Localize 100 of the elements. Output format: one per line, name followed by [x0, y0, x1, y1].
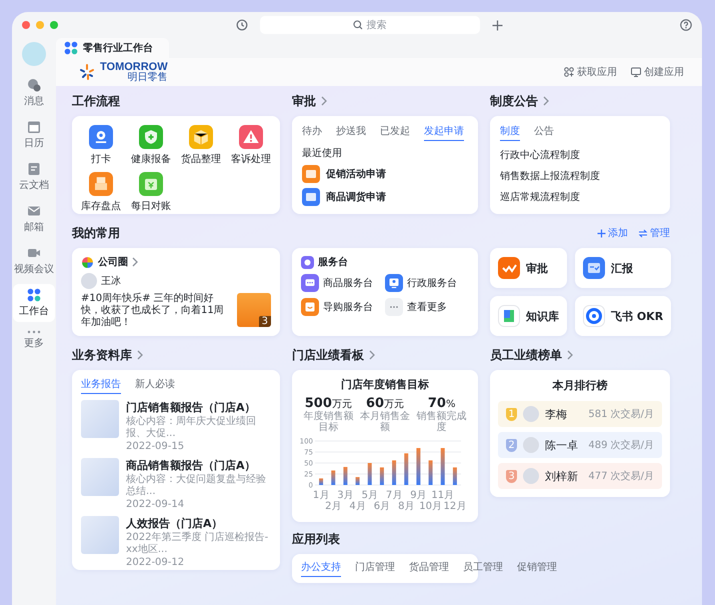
bar	[380, 467, 384, 485]
maximize-window-button[interactable]	[50, 21, 58, 29]
medal-icon: 2	[506, 438, 517, 452]
service-desk-title: 服务台	[318, 256, 348, 269]
header-action[interactable]: 创建应用	[631, 65, 684, 79]
service-desk-item[interactable]: 商品服务台	[301, 274, 385, 292]
chevron-icon[interactable]	[567, 350, 574, 360]
app-label[interactable]: 客诉处理	[231, 152, 271, 166]
stat-value: 60万元	[366, 396, 404, 411]
app-list-tab[interactable]: 员工管理	[463, 560, 503, 577]
app-label[interactable]: 库存盘点	[81, 199, 121, 213]
sidebar-item[interactable]: 工作台	[13, 284, 55, 322]
plus-icon[interactable]	[492, 20, 502, 30]
app-label[interactable]: 健康报备	[131, 152, 171, 166]
window-tab[interactable]: 零售行业工作台	[56, 38, 169, 58]
app-list-tab[interactable]: 办公支持	[301, 560, 341, 577]
app-label[interactable]: 每日对账	[131, 199, 171, 213]
header-action[interactable]: 获取应用	[564, 65, 617, 79]
chevron-icon[interactable]	[137, 350, 144, 360]
ranking-row[interactable]: 3 刘梓新 477 次交易/月	[498, 463, 662, 489]
add-button[interactable]: 添加	[597, 226, 628, 240]
approval-tab[interactable]: 抄送我	[336, 124, 366, 141]
service-desk-item[interactable]: 导购服务台	[301, 298, 385, 316]
report-thumbnail[interactable]	[81, 516, 119, 554]
bar	[416, 448, 420, 485]
approval-tab[interactable]: 待办	[302, 124, 322, 141]
library-tab[interactable]: 新人必读	[135, 377, 175, 394]
bar	[392, 460, 396, 485]
x-tick-label: 11月	[431, 490, 454, 501]
section-title[interactable]: 审批	[292, 92, 316, 110]
minimize-window-button[interactable]	[36, 21, 44, 29]
sidebar-item[interactable]: 日历	[13, 116, 55, 154]
shortcut-label[interactable]: 知识库	[526, 308, 559, 324]
section-title[interactable]: 制度公告	[490, 92, 538, 110]
app-list-tab[interactable]: 货品管理	[409, 560, 449, 577]
ranking-row[interactable]: 1 李梅 581 次交易/月	[498, 401, 662, 427]
app-label[interactable]: 打卡	[91, 152, 111, 166]
shortcut-label[interactable]: 飞书 OKR	[611, 308, 664, 324]
app-label[interactable]: 货品整理	[181, 152, 221, 166]
shortcut-label[interactable]: 汇报	[611, 260, 633, 276]
approval-form-link[interactable]: 促销活动申请	[326, 167, 386, 181]
service-desk-item[interactable]: 行政服务台	[385, 274, 469, 292]
close-window-button[interactable]	[22, 21, 30, 29]
section-title: 我的常用	[72, 224, 120, 242]
chevron-icon[interactable]	[321, 96, 328, 106]
sidebar-item[interactable]: 云文档	[13, 158, 55, 196]
ranking-row[interactable]: 2 陈一卓 489 次交易/月	[498, 432, 662, 458]
workflow-app-icon[interactable]	[189, 125, 213, 149]
manage-button[interactable]: 管理	[638, 226, 670, 240]
sidebar-item[interactable]: 视频会议	[13, 242, 55, 280]
photo-placeholder[interactable]: 3	[237, 293, 271, 327]
chevron-icon[interactable]	[543, 96, 550, 106]
notice-tab[interactable]: 公告	[534, 124, 554, 141]
approval-tab[interactable]: 已发起	[380, 124, 410, 141]
sidebar-item[interactable]: 邮箱	[13, 200, 55, 238]
report-thumbnail[interactable]	[81, 400, 119, 438]
notice-tab[interactable]: 制度	[500, 124, 520, 141]
shortcut-card[interactable]: 汇报	[575, 248, 672, 288]
section-title: 应用列表	[292, 530, 340, 548]
notice-link[interactable]: 销售数据上报流程制度	[500, 169, 660, 183]
report-title[interactable]: 商品销售额报告（门店A）	[126, 458, 271, 473]
shortcut-card[interactable]: 知识库	[490, 296, 567, 336]
sidebar-item[interactable]: 消息	[13, 74, 55, 112]
report-title[interactable]: 人效报告（门店A）	[126, 516, 271, 531]
section-title[interactable]: 员工业绩榜单	[490, 346, 562, 364]
report-thumbnail[interactable]	[81, 458, 119, 496]
transaction-count: 581 次交易/月	[588, 408, 654, 421]
approval-tab[interactable]: 发起申请	[424, 124, 464, 141]
shortcut-label[interactable]: 审批	[526, 260, 548, 276]
help-icon[interactable]	[680, 19, 692, 31]
report-date: 2022-09-15	[126, 441, 186, 452]
shortcut-card[interactable]: 审批	[490, 248, 567, 288]
report-date: 2022-09-12	[126, 557, 186, 568]
chat-bubble-icon	[27, 78, 41, 92]
x-tick-label: 6月	[374, 501, 390, 512]
notice-link[interactable]: 巡店常规流程制度	[500, 190, 660, 204]
bar	[440, 448, 445, 485]
service-desk-item[interactable]: 查看更多	[385, 298, 469, 316]
report-title[interactable]: 门店销售额报告（门店A）	[126, 400, 271, 415]
x-tick-label: 9月	[410, 490, 427, 501]
service-desk-icon	[301, 256, 314, 268]
section-title[interactable]: 业务资料库	[72, 346, 132, 364]
notice-link[interactable]: 行政中心流程制度	[500, 148, 660, 162]
sidebar-item[interactable]: 更多	[13, 326, 55, 354]
shortcut-card[interactable]: 飞书 OKR	[575, 296, 672, 336]
report-summary: 核心内容：周年庆大促业绩回报、大促...	[126, 416, 257, 440]
moments-title[interactable]: 公司圈	[98, 255, 128, 269]
app-grid-plus-icon	[564, 67, 574, 77]
app-list-tab[interactable]: 门店管理	[355, 560, 395, 577]
chevron-icon[interactable]	[369, 350, 376, 360]
approval-form-link[interactable]: 商品调货申请	[326, 190, 386, 204]
bar	[428, 460, 433, 485]
section-title: 工作流程	[72, 92, 120, 110]
history-icon[interactable]	[236, 19, 248, 31]
library-tab[interactable]: 业务报告	[81, 377, 121, 394]
app-list-tab[interactable]: 促销管理	[517, 560, 557, 577]
section-title[interactable]: 门店业绩看板	[292, 346, 364, 364]
x-tick-label: 7月	[386, 490, 402, 501]
chevron-icon[interactable]	[132, 257, 139, 267]
bar	[452, 467, 457, 485]
